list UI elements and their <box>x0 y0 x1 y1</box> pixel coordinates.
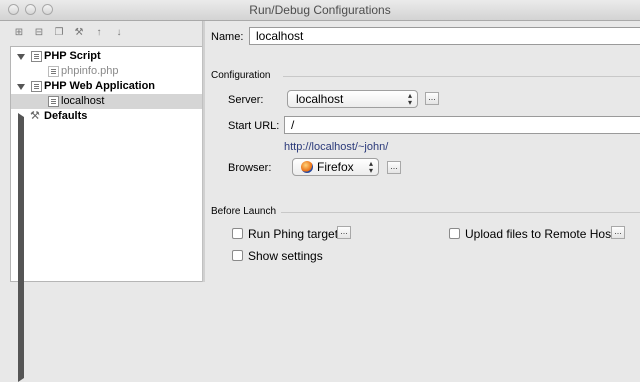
php-file-icon <box>48 66 59 77</box>
expand-arrow-icon[interactable] <box>17 84 25 90</box>
configuration-section-title: Configuration <box>211 70 271 81</box>
start-url-field[interactable]: / <box>284 116 640 134</box>
tree-item-label: Defaults <box>44 110 88 122</box>
wrench-icon[interactable]: ⚒ <box>73 27 85 39</box>
section-divider <box>283 76 640 77</box>
php-web-app-icon <box>48 96 59 107</box>
move-down-icon[interactable]: ↓ <box>113 27 125 39</box>
tree-item-label: localhost <box>61 95 105 107</box>
show-settings-checkbox[interactable] <box>232 250 243 261</box>
upload-files-checkbox[interactable] <box>449 228 460 239</box>
firefox-icon <box>301 161 313 173</box>
url-hint: http://localhost/~john/ <box>284 141 389 153</box>
browser-label: Browser: <box>228 162 272 174</box>
tree-item-php-script[interactable]: PHP Script <box>11 49 201 64</box>
upload-files-more-button[interactable]: ... <box>611 226 625 239</box>
select-arrows-icon: ▴ ▾ <box>368 159 373 175</box>
copy-icon[interactable]: ❐ <box>53 27 65 39</box>
php-web-app-icon <box>31 81 42 92</box>
tree-item-label: PHP Script <box>44 50 101 62</box>
name-field[interactable]: localhost <box>249 27 640 45</box>
server-more-button[interactable]: ... <box>425 92 439 105</box>
name-label: Name: <box>211 31 244 43</box>
server-value: localhost <box>296 92 344 106</box>
start-url-label: Start URL: <box>228 120 280 132</box>
tree-item-label: PHP Web Application <box>44 80 156 92</box>
server-select[interactable]: localhost ▴ ▾ <box>287 90 418 108</box>
left-panel: ⊞ ⊟ ❐ ⚒ ↑ ↓ PHP Script phpinfo.php PHP W… <box>0 21 203 382</box>
run-phing-checkbox[interactable] <box>232 228 243 239</box>
remove-icon[interactable]: ⊟ <box>33 27 45 39</box>
select-arrows-icon: ▴ ▾ <box>407 91 412 107</box>
show-settings-label: Show settings <box>248 249 323 263</box>
upload-files-label: Upload files to Remote Host <box>465 227 615 241</box>
php-script-icon <box>31 51 42 62</box>
tree-item-localhost[interactable]: localhost <box>11 94 203 109</box>
expand-arrow-icon[interactable] <box>17 54 25 60</box>
settings-panel: Name: localhost Configuration Server: lo… <box>205 21 640 282</box>
add-icon[interactable]: ⊞ <box>13 27 25 39</box>
tree-item-label: phpinfo.php <box>61 65 119 77</box>
wrench-icon: ⚒ <box>30 110 40 122</box>
server-label: Server: <box>228 94 264 106</box>
tree-item-defaults[interactable]: ⚒ Defaults <box>11 109 201 382</box>
title-bar: Run/Debug Configurations <box>0 0 640 21</box>
browser-value: Firefox <box>317 160 354 174</box>
before-launch-section-title: Before Launch <box>211 206 277 217</box>
browser-more-button[interactable]: ... <box>387 161 401 174</box>
browser-select[interactable]: Firefox ▴ ▾ <box>292 158 379 176</box>
window-title: Run/Debug Configurations <box>249 3 391 17</box>
run-phing-label: Run Phing target <box>248 227 339 241</box>
run-phing-more-button[interactable]: ... <box>337 226 351 239</box>
tree-item-php-web-application[interactable]: PHP Web Application <box>11 79 201 94</box>
section-divider <box>281 212 640 213</box>
configuration-tree[interactable]: PHP Script phpinfo.php PHP Web Applicati… <box>10 46 203 382</box>
tree-item-phpinfo[interactable]: phpinfo.php <box>11 64 201 79</box>
move-up-icon[interactable]: ↑ <box>93 27 105 39</box>
